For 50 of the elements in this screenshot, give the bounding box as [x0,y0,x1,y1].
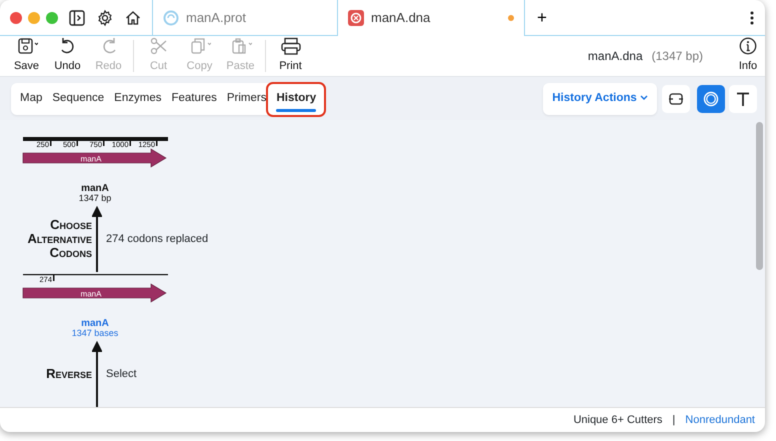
chevron-down-icon [640,94,648,101]
home-icon[interactable] [124,8,142,26]
feature-label: manA [80,154,102,164]
operation-label: Choose Alternative Codons [26,218,92,260]
status-separator: | [672,412,676,428]
copy-icon [188,37,210,56]
text-icon [735,90,751,106]
enzyme-filter-link[interactable]: Nonredundant [685,412,755,428]
scrollbar-thumb[interactable] [756,122,763,270]
sidebar-toggle-icon[interactable] [68,8,86,26]
info-icon [737,37,759,56]
sequence-name: manA [80,183,110,194]
up-arrow [92,340,102,407]
sequence-name[interactable]: manA [0,318,190,329]
clipboard-icon [230,37,252,56]
history-actions-button[interactable]: History Actions [543,82,657,114]
view-tab[interactable]: Primers [222,84,272,114]
operation-note: 274 codons replaced [105,232,208,247]
sequence-size: 1347 bases [70,329,120,339]
feature-label: manA [80,290,102,298]
sequence-length: (1347 bp) [652,48,703,65]
view-toggle-button[interactable] [697,84,725,112]
new-tab-button[interactable]: + [524,0,559,35]
settings-icon[interactable] [96,8,114,26]
toolbar-button[interactable]: Save [6,35,47,77]
circle-icon [163,10,179,26]
enzyme-set-label[interactable]: Unique 6+ Cutters [573,412,662,428]
toolbar-button[interactable]: Undo [47,35,88,77]
operation-label: Reverse [45,367,92,381]
close-button[interactable] [10,12,22,24]
document-name: manA.dna [588,48,643,65]
info-button[interactable]: Info [731,35,765,77]
collapse-icon [668,90,684,106]
view-toggle-button[interactable] [729,84,757,112]
view-tab[interactable]: Sequence [47,84,110,114]
sequence-size: 1347 bp [78,194,112,204]
view-toggle-button[interactable] [662,84,690,112]
view-tab[interactable]: Map [15,84,48,114]
disk-icon [16,37,38,56]
more-icon[interactable] [750,10,754,24]
view-tab[interactable]: Features [166,84,222,114]
view-tab[interactable]: History [271,84,322,114]
operation-note: Select [105,366,138,382]
ring-icon [703,90,719,106]
printer-icon [280,37,302,56]
view-tab[interactable]: Enzymes [109,84,166,114]
toolbar-button[interactable]: Print [270,35,311,77]
file-tab[interactable]: manA.dna [338,0,524,36]
file-tab[interactable]: manA.prot [152,0,338,35]
up-arrow [92,206,102,272]
